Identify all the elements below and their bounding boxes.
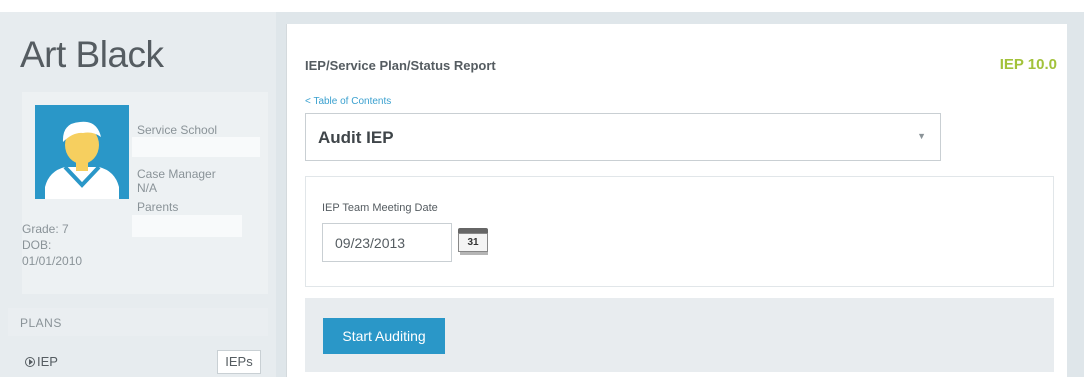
report-title: IEP/Service Plan/Status Report <box>305 58 496 73</box>
student-sidebar: Art Black Service School Case Manager N/… <box>0 12 276 377</box>
ieps-button[interactable]: IEPs <box>217 350 261 374</box>
case-manager-label: Case Manager <box>137 167 216 181</box>
meeting-date-input[interactable]: 09/23/2013 <box>322 223 452 262</box>
calendar-icon[interactable]: 31 <box>458 228 488 255</box>
version-label: IEP 10.0 <box>999 56 1057 73</box>
section-select-value: Audit IEP <box>318 128 394 147</box>
chevron-down-icon: ▼ <box>917 131 926 141</box>
plans-label: PLANS <box>20 316 62 330</box>
table-of-contents-link[interactable]: < Table of Contents <box>305 96 391 107</box>
action-bar: Start Auditing <box>305 298 1054 372</box>
case-manager-value: N/A <box>137 181 158 195</box>
parents-value <box>132 215 242 237</box>
meeting-date-value: 09/23/2013 <box>335 235 406 251</box>
iep-link[interactable]: IEP <box>25 354 58 369</box>
dob-value: 01/01/2010 <box>22 254 83 268</box>
dob-label: DOB: <box>22 238 52 252</box>
meeting-date-label: IEP Team Meeting Date <box>322 202 438 214</box>
calendar-icon-shadow <box>460 252 488 255</box>
top-bar <box>0 0 1084 12</box>
student-name: Art Black <box>20 34 164 75</box>
start-auditing-button[interactable]: Start Auditing <box>323 318 445 354</box>
main-panel: IEP/Service Plan/Status Report IEP 10.0 … <box>286 24 1067 377</box>
user-avatar-icon <box>35 105 129 199</box>
calendar-day: 31 <box>458 233 488 252</box>
service-school-label: Service School <box>137 123 218 137</box>
parents-label: Parents <box>137 200 179 214</box>
profile-card: Service School Case Manager N/A Parents … <box>22 92 268 294</box>
iep-link-label: IEP <box>37 354 58 369</box>
meeting-date-card: IEP Team Meeting Date 09/23/2013 31 <box>305 176 1054 287</box>
play-circle-icon <box>25 356 35 367</box>
service-school-value <box>132 137 260 157</box>
section-select[interactable]: Audit IEP ▼ <box>305 113 941 161</box>
grade-text: Grade: 7 <box>22 222 69 236</box>
